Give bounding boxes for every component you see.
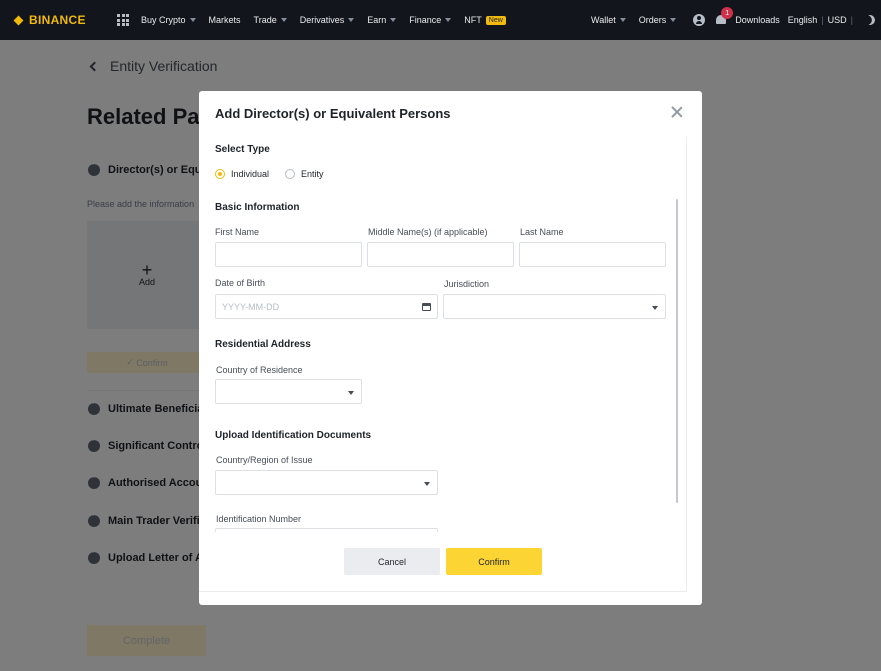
nav-finance[interactable]: Finance [409, 15, 452, 25]
nav-separator: | [821, 15, 824, 25]
country-region-issue-label: Country/Region of Issue [216, 455, 313, 465]
nav-markets[interactable]: Markets [209, 15, 241, 25]
country-of-residence-label: Country of Residence [216, 365, 303, 375]
chevron-down-icon [424, 482, 430, 486]
select-type-heading: Select Type [215, 144, 270, 155]
country-of-residence-select[interactable] [215, 379, 362, 404]
chevron-down-icon [445, 18, 452, 22]
top-nav: BINANCE Buy Crypto Markets Trade Derivat… [0, 0, 881, 40]
nav-currency[interactable]: USD [828, 15, 847, 25]
id-number-label: Identification Number [216, 514, 302, 524]
nav-nft[interactable]: NFT New [464, 15, 506, 25]
first-name-input[interactable] [215, 242, 362, 267]
notification-button[interactable]: 1 [715, 7, 734, 26]
basic-info-heading: Basic Information [215, 202, 300, 213]
nav-orders[interactable]: Orders [639, 15, 677, 25]
cancel-button[interactable]: Cancel [344, 548, 440, 575]
notification-badge: 1 [721, 7, 734, 19]
chevron-down-icon [348, 18, 355, 22]
nav-downloads[interactable]: Downloads [735, 15, 780, 25]
calendar-icon[interactable] [422, 303, 431, 311]
modal-body[interactable]: Select Type Individual Entity Basic Info… [199, 137, 687, 592]
upload-docs-heading: Upload Identification Documents [215, 430, 372, 441]
middle-name-label: Middle Name(s) (if applicable) [368, 227, 488, 237]
dob-label: Date of Birth [215, 278, 266, 288]
chevron-down-icon [348, 391, 354, 395]
apps-grid-icon[interactable] [117, 14, 129, 26]
binance-logo[interactable]: BINANCE [12, 13, 97, 27]
chevron-down-icon [189, 18, 196, 22]
radio-entity[interactable] [285, 169, 296, 179]
country-region-issue-select[interactable] [215, 470, 438, 495]
nav-earn[interactable]: Earn [367, 15, 397, 25]
residential-address-heading: Residential Address [215, 339, 311, 350]
first-name-label: First Name [215, 227, 260, 237]
new-badge: New [485, 15, 506, 25]
jurisdiction-label: Jurisdiction [444, 279, 490, 289]
chevron-down-icon [619, 18, 626, 22]
chevron-down-icon [670, 18, 677, 22]
nav-separator: | [850, 15, 853, 25]
add-director-modal: Add Director(s) or Equivalent Persons Se… [199, 91, 702, 605]
type-radio-group: Individual Entity [215, 169, 340, 179]
middle-name-input[interactable] [367, 242, 514, 267]
moon-icon[interactable] [864, 14, 877, 27]
chevron-down-icon [390, 18, 397, 22]
binance-logo-icon [12, 14, 25, 27]
dob-input[interactable]: YYYY-MM-DD [215, 294, 438, 319]
modal-scrollbar[interactable] [676, 199, 678, 503]
dob-placeholder: YYYY-MM-DD [222, 301, 280, 312]
chevron-down-icon [280, 18, 287, 22]
chevron-down-icon [652, 306, 658, 310]
nav-language[interactable]: English [788, 15, 818, 25]
confirm-button[interactable]: Confirm [446, 548, 542, 575]
nav-right: Wallet Orders 1 Downloads English | USD … [591, 7, 881, 27]
nav-buy-crypto[interactable]: Buy Crypto [141, 15, 196, 25]
user-icon[interactable] [693, 14, 706, 26]
nav-derivatives[interactable]: Derivatives [300, 15, 355, 25]
last-name-label: Last Name [520, 227, 564, 237]
last-name-input[interactable] [519, 242, 666, 267]
close-icon[interactable] [670, 105, 684, 119]
jurisdiction-select[interactable] [443, 294, 666, 319]
nav-wallet[interactable]: Wallet [591, 15, 626, 25]
radio-individual[interactable] [215, 169, 225, 179]
modal-title: Add Director(s) or Equivalent Persons [215, 106, 451, 121]
nav-trade[interactable]: Trade [254, 15, 287, 25]
